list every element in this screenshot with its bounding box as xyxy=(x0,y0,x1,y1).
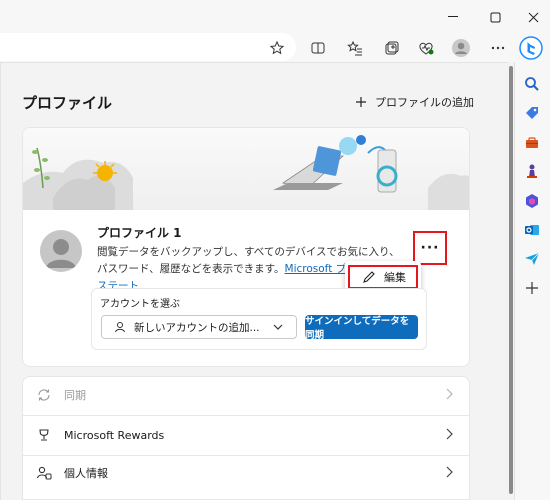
profile-name: プロファイル 1 xyxy=(97,226,182,240)
close-button[interactable] xyxy=(516,0,550,34)
maximize-button[interactable] xyxy=(478,0,512,34)
banner-illustration xyxy=(23,135,469,210)
sidebar-tools-button[interactable] xyxy=(521,132,543,154)
settings-row-label: Microsoft Rewards xyxy=(64,428,165,442)
minimize-icon xyxy=(447,16,458,17)
profile-avatar xyxy=(40,230,82,272)
maximize-icon xyxy=(490,12,500,22)
split-screen-icon xyxy=(311,42,325,54)
minimize-button[interactable] xyxy=(436,0,470,34)
sidebar-add-button[interactable] xyxy=(521,277,543,299)
chess-piece-icon xyxy=(527,164,537,178)
settings-more-button[interactable] xyxy=(486,36,510,60)
copilot-button[interactable] xyxy=(517,34,545,62)
more-icon: ··· xyxy=(420,240,440,256)
edit-menu-item[interactable]: 編集 xyxy=(348,265,418,289)
shopping-tag-icon xyxy=(526,107,538,119)
microsoft-365-icon xyxy=(526,194,538,208)
settings-row-personal-info[interactable]: 個人情報 xyxy=(22,453,470,493)
close-icon xyxy=(528,12,538,22)
person-icon xyxy=(46,239,76,268)
favorites-button[interactable] xyxy=(343,36,367,60)
sync-icon xyxy=(36,387,52,403)
account-select-value: 新しいアカウントの追加... xyxy=(134,321,260,334)
rewards-trophy-icon xyxy=(36,427,52,443)
sign-in-sync-button[interactable]: サインインしてデータを同期 xyxy=(305,315,418,341)
page-title: プロファイル xyxy=(22,94,113,112)
copilot-icon xyxy=(519,36,543,60)
more-icon xyxy=(491,46,505,50)
address-bar[interactable] xyxy=(0,33,296,61)
chevron-right-icon xyxy=(444,466,454,481)
add-favorite-button[interactable] xyxy=(265,36,289,60)
outlook-icon xyxy=(525,225,539,235)
sidebar-games-button[interactable] xyxy=(521,160,543,182)
personal-info-icon xyxy=(36,465,52,481)
sidebar-outlook-button[interactable] xyxy=(521,219,543,241)
settings-row-sync[interactable]: 同期 xyxy=(22,375,470,415)
browser-essentials-button[interactable] xyxy=(414,36,438,60)
plus-icon xyxy=(356,97,366,107)
sidebar-shopping-button[interactable] xyxy=(521,102,543,124)
edit-label: 編集 xyxy=(384,271,406,284)
chevron-right-icon xyxy=(444,428,454,443)
star-add-icon xyxy=(269,40,285,55)
chevron-down-icon xyxy=(273,324,283,330)
chevron-right-icon xyxy=(444,388,454,403)
collections-icon xyxy=(385,41,399,55)
account-label: アカウントを選ぶ xyxy=(100,299,180,310)
profile-more-button[interactable]: ··· xyxy=(413,231,447,265)
plus-icon xyxy=(526,282,538,294)
browser-essentials-icon xyxy=(419,42,434,55)
sidebar-search-button[interactable] xyxy=(521,73,543,95)
split-screen-button[interactable] xyxy=(306,36,330,60)
person-icon xyxy=(115,322,125,333)
settings-row-rewards[interactable]: Microsoft Rewards xyxy=(22,415,470,455)
send-icon xyxy=(525,252,540,265)
toolbox-icon xyxy=(526,137,538,148)
account-select[interactable]: 新しいアカウントの追加... xyxy=(101,315,297,339)
add-profile-label: プロファイルの追加 xyxy=(375,96,474,109)
collections-button[interactable] xyxy=(379,36,403,60)
add-profile-button[interactable]: プロファイルの追加 xyxy=(355,94,474,110)
pencil-icon xyxy=(363,271,375,283)
search-icon xyxy=(525,77,539,91)
sidebar-send-button[interactable] xyxy=(521,248,543,270)
profile-icon xyxy=(452,39,470,57)
profile-button[interactable] xyxy=(449,36,473,60)
profile-banner-illustration xyxy=(23,128,469,210)
sidebar-m365-button[interactable] xyxy=(521,190,543,212)
settings-row-label: 個人情報 xyxy=(64,467,108,480)
favorites-icon xyxy=(347,40,362,56)
settings-row-label: 同期 xyxy=(64,389,86,402)
scrollbar-thumb[interactable] xyxy=(509,66,513,494)
